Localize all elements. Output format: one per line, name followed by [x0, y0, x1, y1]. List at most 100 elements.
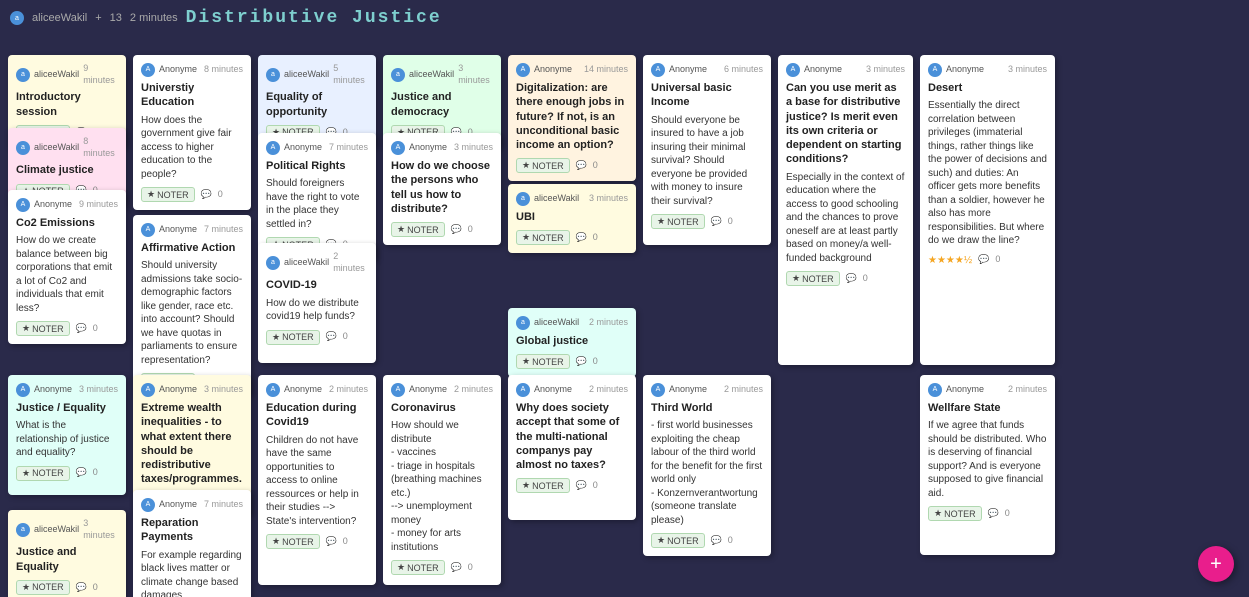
card-author-14: Anonyme	[409, 142, 450, 154]
comment-icon-4[interactable]: 💬	[76, 582, 87, 594]
noter-button-24[interactable]: NOTER	[928, 506, 982, 521]
comment-icon-11[interactable]: 💬	[326, 331, 337, 343]
card-time-12: 2 minutes	[329, 384, 368, 396]
card-avatar-7: A	[141, 383, 155, 397]
card-title-17: UBI	[516, 210, 628, 224]
card-time-10: 7 minutes	[329, 142, 368, 154]
comment-icon-2[interactable]: 💬	[76, 323, 87, 335]
card-avatar-6: A	[141, 223, 155, 237]
card-footer-16: NOTER💬0	[516, 158, 628, 173]
noter-button-14[interactable]: NOTER	[391, 222, 445, 237]
card-body-24: If we agree that funds should be distrib…	[928, 419, 1047, 500]
comment-icon-24[interactable]: 💬	[988, 508, 999, 520]
card-14: AAnonyme3 minutesHow do we choose the pe…	[383, 133, 501, 245]
comment-icon-18[interactable]: 💬	[576, 356, 587, 368]
noter-button-21[interactable]: NOTER	[651, 533, 705, 548]
card-header-15: AAnonyme2 minutes	[391, 383, 493, 397]
noter-button-4[interactable]: NOTER	[16, 580, 70, 595]
card-author-1: aliceeWakil	[34, 142, 79, 154]
page-title: Distributive Justice	[186, 8, 442, 28]
card-header-3: AAnonyme3 minutes	[16, 383, 118, 397]
noter-button-3[interactable]: NOTER	[16, 466, 70, 481]
noter-button-17[interactable]: NOTER	[516, 230, 570, 245]
card-footer-11: NOTER💬0	[266, 330, 368, 345]
card-avatar-5: A	[141, 63, 155, 77]
board: a aliceeWakil + 13 2 minutes Distributiv…	[0, 0, 1249, 597]
card-avatar-15: A	[391, 383, 405, 397]
comment-icon-15[interactable]: 💬	[451, 562, 462, 574]
comment-icon-3[interactable]: 💬	[76, 467, 87, 479]
comment-icon-16[interactable]: 💬	[576, 160, 587, 172]
card-footer-18: NOTER💬0	[516, 354, 628, 369]
card-footer-21: NOTER💬0	[651, 533, 763, 548]
comment-icon-21[interactable]: 💬	[711, 535, 722, 547]
comment-icon-17[interactable]: 💬	[576, 232, 587, 244]
card-avatar-2: A	[16, 198, 30, 212]
noter-button-2[interactable]: NOTER	[16, 321, 70, 336]
card-footer-14: NOTER💬0	[391, 222, 493, 237]
card-title-10: Political Rights	[266, 159, 368, 173]
noter-button-5[interactable]: NOTER	[141, 187, 195, 202]
card-header-9: aaliceeWakil5 minutes	[266, 63, 368, 86]
noter-button-12[interactable]: NOTER	[266, 534, 320, 549]
card-time-6: 7 minutes	[204, 224, 243, 236]
card-title-20: Universal basic Income	[651, 81, 763, 110]
card-header-23: AAnonyme3 minutes	[928, 63, 1047, 77]
card-title-8: Reparation Payments	[141, 516, 243, 545]
noter-button-11[interactable]: NOTER	[266, 330, 320, 345]
card-title-21: Third World	[651, 401, 763, 415]
card-title-2: Co2 Emissions	[16, 216, 118, 230]
card-avatar-4: a	[16, 523, 30, 537]
comment-icon-19[interactable]: 💬	[576, 480, 587, 492]
comment-icon-14[interactable]: 💬	[451, 224, 462, 236]
comment-count-15: 0	[468, 562, 473, 574]
header-avatar: a	[10, 11, 24, 25]
noter-button-20[interactable]: NOTER	[651, 214, 705, 229]
card-time-13: 3 minutes	[458, 63, 493, 86]
comment-icon-5[interactable]: 💬	[201, 189, 212, 201]
card-author-3: Anonyme	[34, 384, 75, 396]
card-12: AAnonyme2 minutesEducation during Covid1…	[258, 375, 376, 585]
card-5: AAnonyme8 minutesUniverstiy EducationHow…	[133, 55, 251, 210]
card-2: AAnonyme9 minutesCo2 EmissionsHow do we …	[8, 190, 126, 344]
card-3: AAnonyme3 minutesJustice / EqualityWhat …	[8, 375, 126, 495]
comment-count-20: 0	[728, 216, 733, 228]
comment-icon-20[interactable]: 💬	[711, 216, 722, 228]
comment-icon-23[interactable]: 💬	[978, 254, 989, 266]
card-author-11: aliceeWakil	[284, 257, 329, 269]
card-author-16: Anonyme	[534, 64, 580, 76]
card-header-18: aaliceeWakil2 minutes	[516, 316, 628, 330]
card-footer-22: NOTER💬0	[786, 271, 905, 286]
noter-button-19[interactable]: NOTER	[516, 478, 570, 493]
card-title-6: Affirmative Action	[141, 241, 243, 255]
card-title-22: Can you use merit as a base for distribu…	[786, 81, 905, 167]
card-author-6: Anonyme	[159, 224, 200, 236]
card-author-20: Anonyme	[669, 64, 720, 76]
noter-button-16[interactable]: NOTER	[516, 158, 570, 173]
card-author-23: Anonyme	[946, 64, 1004, 76]
noter-button-15[interactable]: NOTER	[391, 560, 445, 575]
card-author-2: Anonyme	[34, 199, 75, 211]
comment-icon-12[interactable]: 💬	[326, 536, 337, 548]
card-title-0: Introductory session	[16, 90, 118, 119]
card-title-19: Why does society accept that some of the…	[516, 401, 628, 472]
comment-count-23: 0	[995, 254, 1000, 266]
card-body-22: Especially in the context of education w…	[786, 171, 905, 266]
card-time-23: 3 minutes	[1008, 64, 1047, 76]
add-card-button[interactable]: +	[1198, 546, 1234, 582]
card-time-1: 8 minutes	[83, 136, 118, 159]
card-header-6: A Anonyme 7 minutes	[141, 223, 243, 237]
card-8: AAnonyme7 minutesReparation PaymentsFor …	[133, 490, 251, 597]
card-time-0: 9 minutes	[83, 63, 118, 86]
card-time-15: 2 minutes	[454, 384, 493, 396]
card-header-4: aaliceeWakil3 minutes	[16, 518, 118, 541]
card-title-4: Justice and Equality	[16, 545, 118, 574]
card-header-12: AAnonyme2 minutes	[266, 383, 368, 397]
card-title-9: Equality of opportunity	[266, 90, 368, 119]
card-time-19: 2 minutes	[589, 384, 628, 396]
comment-icon-22[interactable]: 💬	[846, 273, 857, 285]
card-avatar-21: A	[651, 383, 665, 397]
noter-button-18[interactable]: NOTER	[516, 354, 570, 369]
card-time-21: 2 minutes	[724, 384, 763, 396]
noter-button-22[interactable]: NOTER	[786, 271, 840, 286]
